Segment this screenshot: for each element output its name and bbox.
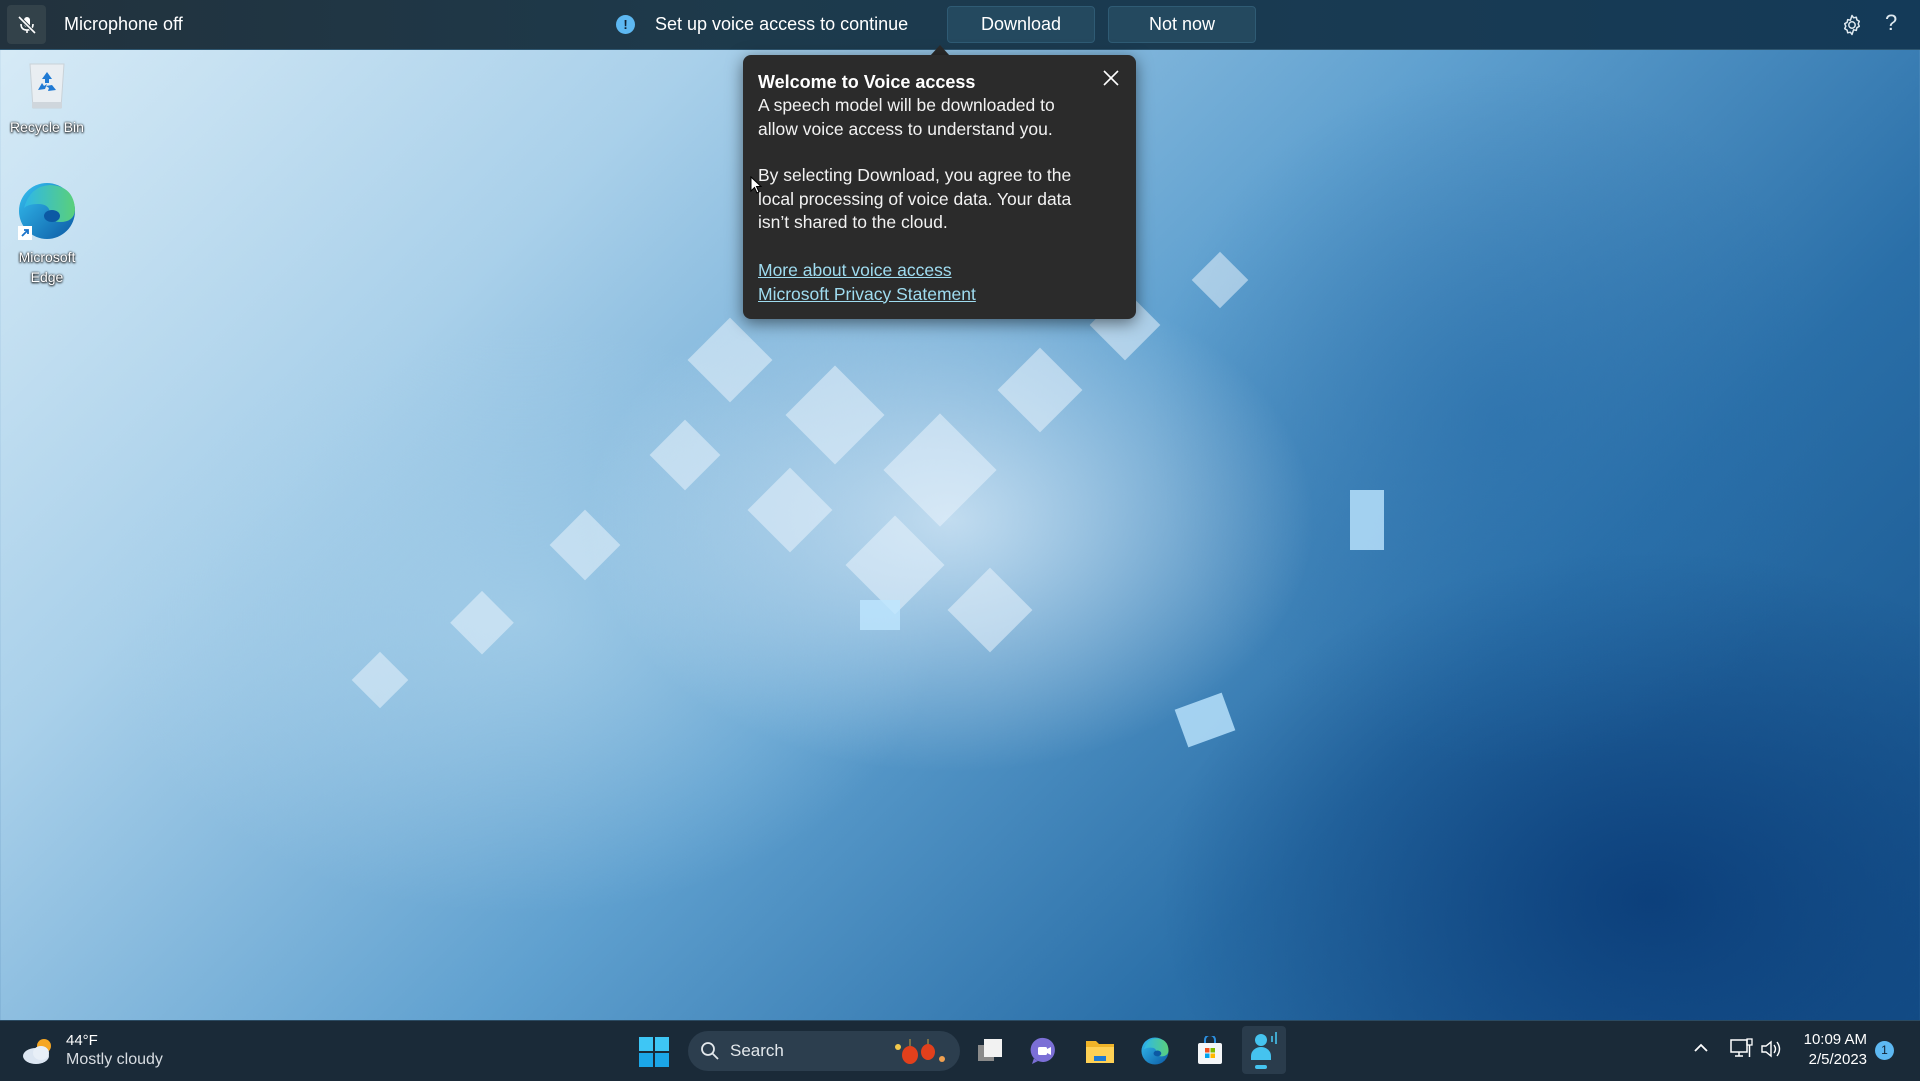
teams-chat-icon [1030, 1037, 1055, 1064]
taskbar-clock[interactable]: 10:09 AM 2/5/2023 [1795, 1030, 1867, 1070]
edge-icon [18, 183, 75, 240]
popup-title: Welcome to Voice access [758, 72, 976, 92]
privacy-statement-link[interactable]: Microsoft Privacy Statement [758, 282, 1120, 306]
taskbar-chat[interactable] [1022, 1029, 1066, 1073]
popup-consent-text: By selecting Download, you agree to the … [758, 165, 1072, 232]
voice-access-icon [1251, 1032, 1277, 1069]
mouse-cursor-icon [750, 176, 762, 194]
taskbar-file-explorer[interactable] [1078, 1029, 1122, 1073]
lunar-new-year-lanterns-icon [895, 1039, 945, 1064]
more-about-voice-access-link[interactable]: More about voice access [758, 258, 1120, 282]
microphone-off-icon [17, 15, 36, 34]
file-explorer-icon [1086, 1041, 1114, 1063]
weather-temperature: 44°F [66, 1032, 98, 1049]
weather-widget[interactable]: 44°F Mostly cloudy [20, 1031, 163, 1070]
taskbar: 44°F Mostly cloudy Search 10:09 AM 2/5/2… [0, 1020, 1920, 1081]
volume-icon[interactable] [1760, 1039, 1784, 1059]
setup-message: Set up voice access to continue [655, 14, 909, 34]
taskbar-microsoft-store[interactable] [1188, 1029, 1232, 1073]
taskbar-search-box[interactable]: Search [688, 1031, 960, 1071]
mostly-cloudy-icon [23, 1038, 51, 1064]
not-now-button[interactable]: Not now [1108, 6, 1256, 43]
task-view-icon [978, 1039, 1002, 1061]
microphone-toggle-button[interactable] [7, 5, 46, 44]
taskbar-voice-access[interactable] [1242, 1026, 1286, 1074]
clock-time: 10:09 AM [1803, 1031, 1867, 1048]
notification-badge[interactable]: 1 [1875, 1041, 1894, 1060]
taskbar-task-view[interactable] [968, 1029, 1012, 1073]
close-icon[interactable] [1100, 67, 1122, 89]
gear-icon[interactable] [1840, 13, 1864, 37]
network-ethernet-icon[interactable] [1730, 1038, 1754, 1060]
search-label: Search [730, 1041, 784, 1060]
voice-access-bar: Microphone off ! Set up voice access to … [0, 0, 1920, 50]
edge-icon [1141, 1037, 1169, 1065]
weather-condition: Mostly cloudy [66, 1051, 163, 1068]
desktop-icon-label: Microsoft Edge [18, 249, 76, 285]
windows-start-icon[interactable] [639, 1037, 669, 1067]
download-button[interactable]: Download [947, 6, 1095, 43]
desktop-icon-label: Recycle Bin [10, 119, 84, 135]
microphone-status: Microphone off [64, 14, 183, 34]
clock-date: 2/5/2023 [1808, 1051, 1867, 1068]
info-icon: ! [616, 15, 635, 34]
desktop-icon-recycle-bin[interactable]: Recycle Bin [2, 60, 92, 137]
desktop-icon-microsoft-edge[interactable]: Microsoft Edge [2, 180, 92, 287]
taskbar-microsoft-edge[interactable] [1133, 1029, 1177, 1073]
search-icon [701, 1042, 719, 1060]
store-icon [1198, 1036, 1222, 1064]
show-hidden-icons-chevron-up-icon[interactable] [1692, 1039, 1710, 1057]
recycle-bin-icon [29, 63, 65, 109]
popup-description: A speech model will be downloaded to all… [758, 95, 1055, 139]
welcome-popup: Welcome to Voice access A speech model w… [743, 55, 1136, 319]
help-button[interactable]: ? [1885, 10, 1897, 36]
